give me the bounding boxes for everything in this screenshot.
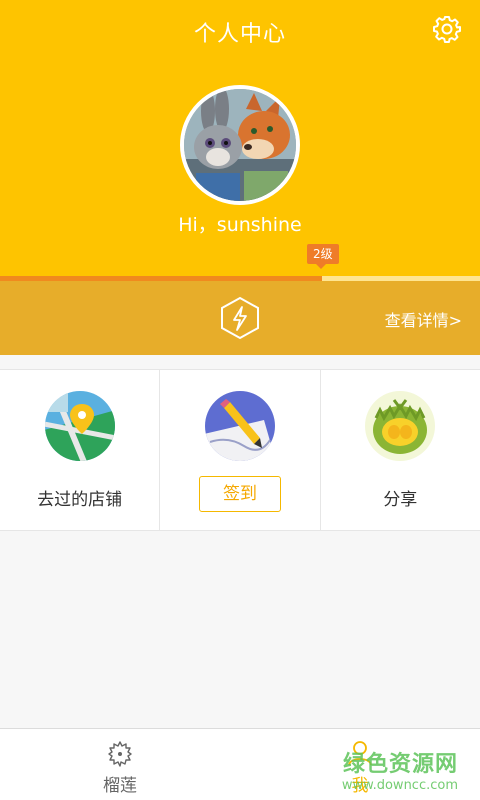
lightning-hexagon-icon bbox=[221, 296, 259, 340]
watermark-title: 绿色资源网 bbox=[342, 752, 458, 777]
watermark: 绿色资源网 www.downcc.com bbox=[342, 746, 458, 793]
gear-icon[interactable] bbox=[432, 14, 462, 44]
member-perk-bar[interactable]: 查看详情> bbox=[0, 281, 480, 355]
share-label: 分享 bbox=[383, 490, 418, 510]
durian-icon bbox=[365, 391, 436, 461]
tab-durian[interactable]: 榴莲 bbox=[0, 729, 240, 800]
tab-durian-label: 榴莲 bbox=[103, 776, 137, 796]
level-badge: 2级 bbox=[307, 244, 339, 269]
avatar[interactable] bbox=[180, 85, 300, 205]
visited-shops-item[interactable]: 去过的店铺 bbox=[0, 370, 161, 530]
visited-shops-label: 去过的店铺 bbox=[37, 490, 123, 510]
pencil-note-icon bbox=[204, 391, 275, 461]
durian-tab-icon bbox=[108, 741, 132, 767]
page-title: 个人中心 bbox=[193, 22, 286, 47]
share-item[interactable]: 分享 bbox=[321, 370, 480, 530]
profile-header: 个人中心 Hi，sunshine 2级 bbox=[0, 0, 480, 280]
watermark-url: www.downcc.com bbox=[341, 778, 458, 793]
feature-menu: 去过的店铺 签到 分享 bbox=[0, 369, 480, 531]
map-pin-icon bbox=[44, 391, 115, 461]
sign-in-item: 签到 bbox=[160, 370, 321, 530]
view-details-link[interactable]: 查看详情> bbox=[385, 307, 462, 331]
sign-in-button[interactable]: 签到 bbox=[198, 476, 281, 512]
greeting-text: Hi，sunshine bbox=[178, 214, 302, 236]
